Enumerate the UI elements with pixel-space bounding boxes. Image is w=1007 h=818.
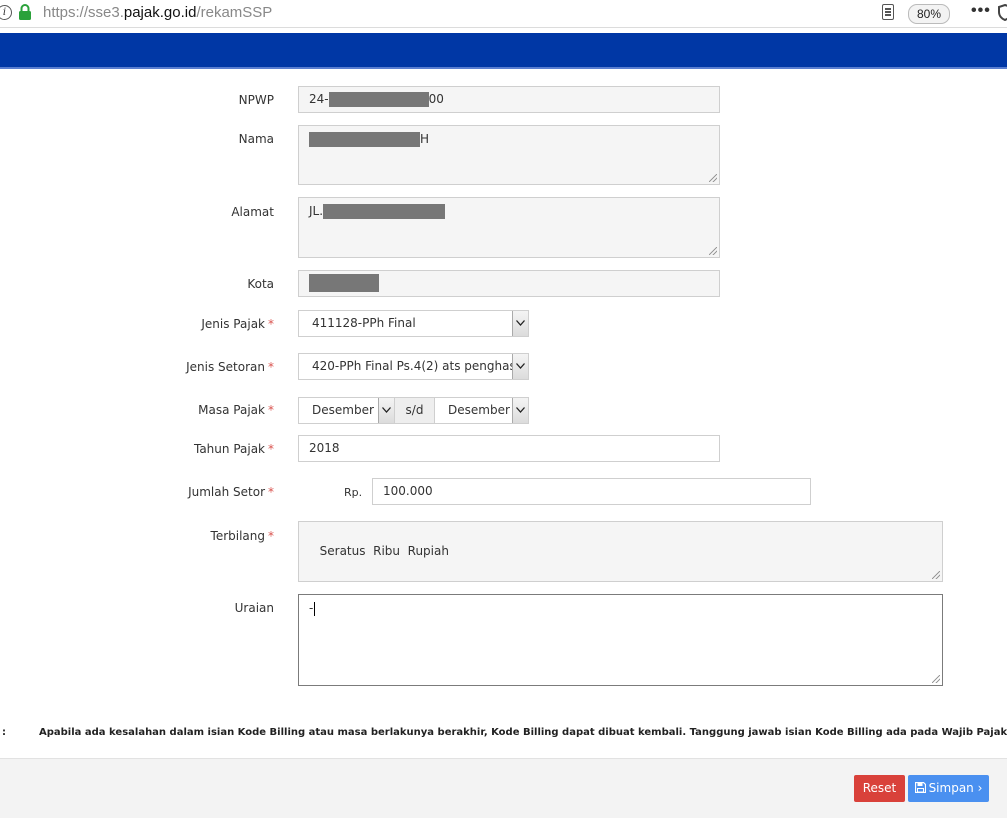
kota-field[interactable]	[298, 270, 720, 297]
masa-pajak-from-value: Desember	[312, 403, 374, 417]
kota-redaction	[309, 274, 379, 292]
masa-pajak-to-select[interactable]: Desember	[434, 397, 529, 424]
site-header-bar	[0, 33, 1007, 69]
alamat-label: Alamat	[231, 205, 274, 219]
jenis-setoran-value: 420-PPh Final Ps.4(2) ats penghasilan	[312, 359, 529, 373]
alamat-prefix: JL.	[309, 204, 324, 218]
lock-icon	[19, 4, 31, 20]
nama-field[interactable]: H	[298, 125, 720, 185]
tahun-pajak-label: Tahun Pajak *	[193, 442, 274, 456]
chevron-down-icon[interactable]	[512, 398, 528, 423]
nama-label: Nama	[238, 132, 274, 146]
info-icon[interactable]: i	[0, 5, 12, 20]
terbilang-field[interactable]: Seratus Ribu Rupiah	[298, 521, 943, 582]
notice-marker: :	[2, 727, 6, 738]
jumlah-setor-label: Jumlah Setor *	[188, 485, 274, 499]
tahun-pajak-value: 2018	[309, 441, 340, 455]
chevron-down-icon[interactable]	[512, 311, 528, 336]
save-button-label: Simpan	[928, 781, 974, 795]
chevron-down-icon[interactable]	[512, 354, 528, 379]
alamat-redaction	[323, 204, 446, 219]
masa-pajak-separator: s/d	[395, 397, 434, 424]
notice-text: Apabila ada kesalahan dalam isian Kode B…	[39, 727, 1007, 738]
more-actions-icon[interactable]: •••	[971, 2, 991, 20]
reset-button[interactable]: Reset	[854, 775, 905, 802]
chevron-right-icon: ›	[977, 781, 983, 795]
terbilang-label: Terbilang *	[210, 529, 274, 543]
masa-pajak-to-value: Desember	[448, 403, 510, 417]
resize-grip-icon[interactable]	[932, 571, 940, 579]
npwp-label: NPWP	[238, 93, 274, 107]
masa-pajak-label: Masa Pajak *	[198, 403, 274, 417]
billing-notice: : Apabila ada kesalahan dalam isian Kode…	[0, 727, 1007, 743]
reader-view-icon[interactable]	[882, 4, 894, 20]
jenis-setoran-label: Jenis Setoran *	[186, 360, 274, 374]
shield-icon[interactable]	[998, 4, 1007, 21]
uraian-label: Uraian	[234, 601, 274, 615]
url-text[interactable]: https://sse3.pajak.go.id/rekamSSP	[43, 4, 272, 21]
zoom-level-badge[interactable]: 80%	[908, 4, 950, 24]
npwp-field[interactable]: 24- 00	[298, 86, 720, 113]
npwp-prefix: 24-	[309, 92, 329, 106]
npwp-redaction	[328, 92, 429, 107]
tahun-pajak-input[interactable]: 2018	[298, 435, 720, 462]
terbilang-value: Seratus Ribu Rupiah	[319, 544, 449, 558]
chevron-down-icon[interactable]	[378, 398, 394, 423]
resize-grip-icon[interactable]	[709, 247, 717, 255]
jenis-pajak-select[interactable]: 411128-PPh Final	[298, 310, 529, 337]
text-cursor	[314, 601, 316, 616]
masa-pajak-from-select[interactable]: Desember	[298, 397, 395, 424]
jumlah-setor-value: 100.000	[383, 484, 433, 498]
nama-redaction	[309, 132, 420, 147]
jenis-pajak-label: Jenis Pajak *	[201, 317, 274, 331]
currency-label: Rp.	[344, 486, 363, 499]
save-button[interactable]: Simpan ›	[908, 775, 989, 802]
alamat-field[interactable]: JL.	[298, 197, 720, 258]
npwp-suffix: 00	[428, 92, 444, 106]
kota-label: Kota	[247, 277, 274, 291]
jumlah-setor-input[interactable]: 100.000	[372, 478, 811, 505]
browser-url-bar[interactable]: i https://sse3.pajak.go.id/rekamSSP 80% …	[0, 0, 1007, 28]
uraian-value: -	[309, 601, 314, 615]
resize-grip-icon[interactable]	[709, 174, 717, 182]
uraian-textarea[interactable]: -	[298, 594, 943, 686]
jenis-setoran-select[interactable]: 420-PPh Final Ps.4(2) ats penghasilan	[298, 353, 529, 380]
nama-suffix: H	[420, 132, 430, 146]
floppy-disk-icon	[914, 782, 926, 793]
resize-grip-icon[interactable]	[932, 675, 940, 683]
jenis-pajak-value: 411128-PPh Final	[312, 316, 416, 330]
